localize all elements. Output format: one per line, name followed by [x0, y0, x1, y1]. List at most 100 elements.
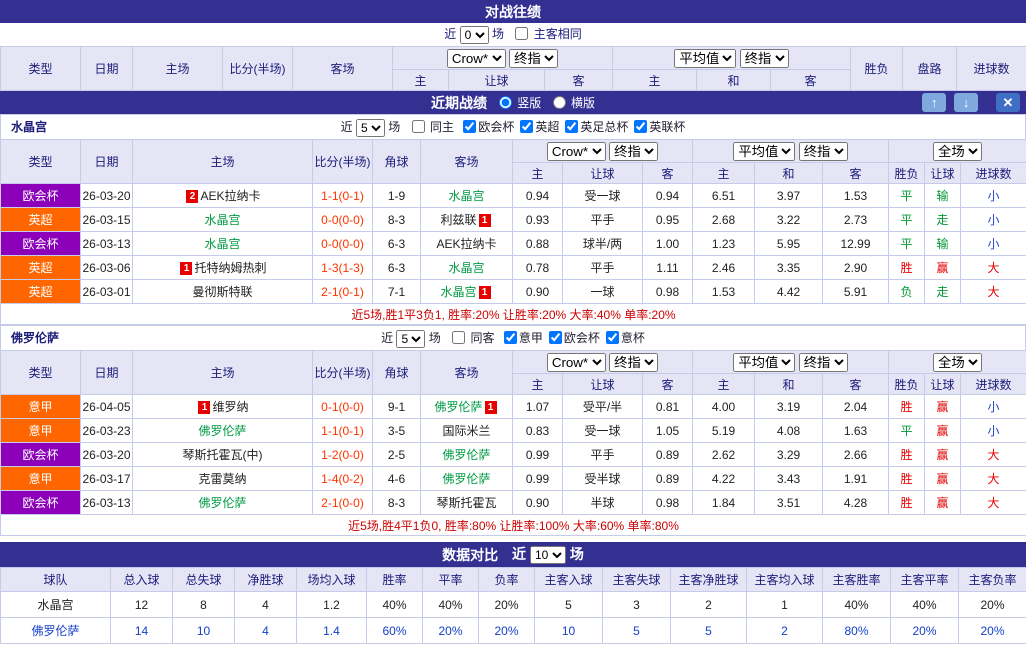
layout-horizontal-option[interactable]: 横版	[553, 96, 595, 110]
league-filter[interactable]: 英足总杯	[565, 120, 628, 134]
result-cell: 胜	[889, 491, 925, 515]
team-link[interactable]: 水晶宫	[204, 213, 240, 227]
match-row: 意甲26-03-17克雷莫纳1-4(0-2)4-6佛罗伦萨0.99受半球0.89…	[1, 467, 1026, 491]
layout-vertical-option[interactable]: 竖版	[499, 96, 545, 110]
compare-count-select[interactable]: 10	[530, 546, 566, 564]
team2-euro-stage-select[interactable]: 终指	[799, 353, 848, 372]
euro-away-odds-cell: 2.66	[823, 443, 889, 467]
team-link[interactable]: 维罗纳	[212, 400, 248, 414]
league-filter[interactable]: 意甲	[504, 331, 543, 345]
team2-count-select[interactable]: 5	[396, 330, 425, 348]
league-checkbox[interactable]	[520, 120, 533, 133]
team2-same-side-filter[interactable]: 同客	[452, 331, 498, 345]
team1-asia-stage-select[interactable]: 终指	[609, 142, 658, 161]
same-venue-filter[interactable]: 主客相同	[515, 27, 581, 41]
team-link[interactable]: AEK拉纳卡	[200, 189, 260, 203]
horizontal-radio[interactable]	[553, 96, 566, 109]
compare-value-cell: 4	[235, 618, 297, 644]
team1-same-side-checkbox[interactable]	[412, 120, 425, 133]
league-checkbox[interactable]	[463, 120, 476, 133]
league-filter[interactable]: 欧会杯	[549, 331, 600, 345]
move-down-button[interactable]: ↓	[954, 93, 978, 112]
euro-draw-odds-cell: 3.22	[755, 208, 823, 232]
team-link[interactable]: 佛罗伦萨	[198, 496, 246, 510]
asia-handicap-cell: 受半球	[563, 467, 643, 491]
team-link[interactable]: 克雷莫纳	[198, 472, 246, 486]
asia-stage-select[interactable]: 终指	[509, 49, 558, 68]
close-button[interactable]: ✕	[996, 93, 1020, 112]
league-filter[interactable]: 英超	[520, 120, 559, 134]
team-link[interactable]: 托特纳姆热刺	[194, 261, 266, 275]
team-link[interactable]: 国际米兰	[442, 424, 490, 438]
asia-away-odds-cell: 0.89	[643, 467, 693, 491]
col-score: 比分(半场)	[313, 351, 373, 395]
team2-name[interactable]: 佛罗伦萨	[11, 326, 59, 351]
near-label: 近	[444, 27, 456, 41]
team-link[interactable]: 水晶宫	[204, 237, 240, 251]
col-type: 类型	[1, 47, 81, 91]
team-link[interactable]: 琴斯托霍瓦(中)	[183, 448, 263, 462]
team-link[interactable]: 水晶宫	[448, 261, 484, 275]
compare-value-cell: 20%	[959, 618, 1026, 644]
red-card-badge: 1	[198, 401, 210, 414]
same-venue-checkbox[interactable]	[515, 27, 528, 40]
team1-count-select[interactable]: 5	[356, 119, 385, 137]
score-cell: 1-1(0-1)	[313, 184, 373, 208]
compare-value-cell: 40%	[367, 592, 423, 618]
team1-bookmaker-select[interactable]: Crow*	[547, 142, 606, 161]
home-team-cell: 1维罗纳	[133, 395, 313, 419]
league-checkbox[interactable]	[565, 120, 578, 133]
league-filter[interactable]: 英联杯	[634, 120, 685, 134]
team2-bookmaker-select[interactable]: Crow*	[547, 353, 606, 372]
team2-euro-avg-select[interactable]: 平均值	[733, 353, 795, 372]
team-link[interactable]: 琴斯托霍瓦	[436, 496, 496, 510]
euro-avg-select[interactable]: 平均值	[674, 49, 736, 68]
team-link[interactable]: 水晶宫	[440, 285, 476, 299]
euro-away-odds-cell: 2.73	[823, 208, 889, 232]
team1-name[interactable]: 水晶宫	[11, 115, 47, 140]
goals-cell: 小	[961, 395, 1026, 419]
col-home: 主场	[133, 47, 223, 91]
team2-matches-table: 类型 日期 主场 比分(半场) 角球 客场 Crow* 终指 平均值 终指 全场…	[0, 350, 1026, 536]
team-link[interactable]: 佛罗伦萨	[442, 448, 490, 462]
team-link[interactable]: 佛罗伦萨	[198, 424, 246, 438]
bookmaker-select[interactable]: Crow*	[447, 49, 506, 68]
team-link[interactable]: AEK拉纳卡	[436, 237, 496, 251]
h2h-count-select[interactable]: 0	[460, 26, 489, 44]
result-cell: 平	[889, 232, 925, 256]
away-team-cell: AEK拉纳卡	[421, 232, 513, 256]
away-team-cell: 琴斯托霍瓦	[421, 491, 513, 515]
asia-handicap-cell: 平手	[563, 256, 643, 280]
goals-cell: 大	[961, 443, 1026, 467]
league-checkbox[interactable]	[634, 120, 647, 133]
games-label: 场	[388, 120, 400, 134]
euro-home-odds-cell: 1.23	[693, 232, 755, 256]
team-link[interactable]: 佛罗伦萨	[434, 400, 482, 414]
league-checkbox[interactable]	[504, 331, 517, 344]
team-link[interactable]: 曼彻斯特联	[192, 285, 252, 299]
compare-value-cell: 3	[603, 592, 671, 618]
team2-asia-stage-select[interactable]: 终指	[609, 353, 658, 372]
corner-cell: 9-1	[373, 395, 421, 419]
league-checkbox[interactable]	[606, 331, 619, 344]
team1-scope-select[interactable]: 全场	[933, 142, 982, 161]
league-filter[interactable]: 意杯	[606, 331, 645, 345]
team-link[interactable]: 利兹联	[440, 213, 476, 227]
column-header: 主客净胜球	[671, 568, 747, 592]
team2-scope-select[interactable]: 全场	[933, 353, 982, 372]
team2-same-side-checkbox[interactable]	[452, 331, 465, 344]
asia-home-odds-cell: 0.99	[513, 467, 563, 491]
vertical-radio[interactable]	[499, 96, 512, 109]
league-checkbox[interactable]	[549, 331, 562, 344]
team-link[interactable]: 水晶宫	[448, 189, 484, 203]
team1-same-side-filter[interactable]: 同主	[412, 120, 458, 134]
compare-value-cell: 5	[535, 592, 603, 618]
team-link[interactable]: 佛罗伦萨	[442, 472, 490, 486]
team1-euro-stage-select[interactable]: 终指	[799, 142, 848, 161]
league-filter[interactable]: 欧会杯	[463, 120, 514, 134]
euro-stage-select[interactable]: 终指	[740, 49, 789, 68]
red-card-badge: 2	[186, 190, 198, 203]
team1-euro-avg-select[interactable]: 平均值	[733, 142, 795, 161]
move-up-button[interactable]: ↑	[922, 93, 946, 112]
handicap-result-cell: 赢	[925, 256, 961, 280]
